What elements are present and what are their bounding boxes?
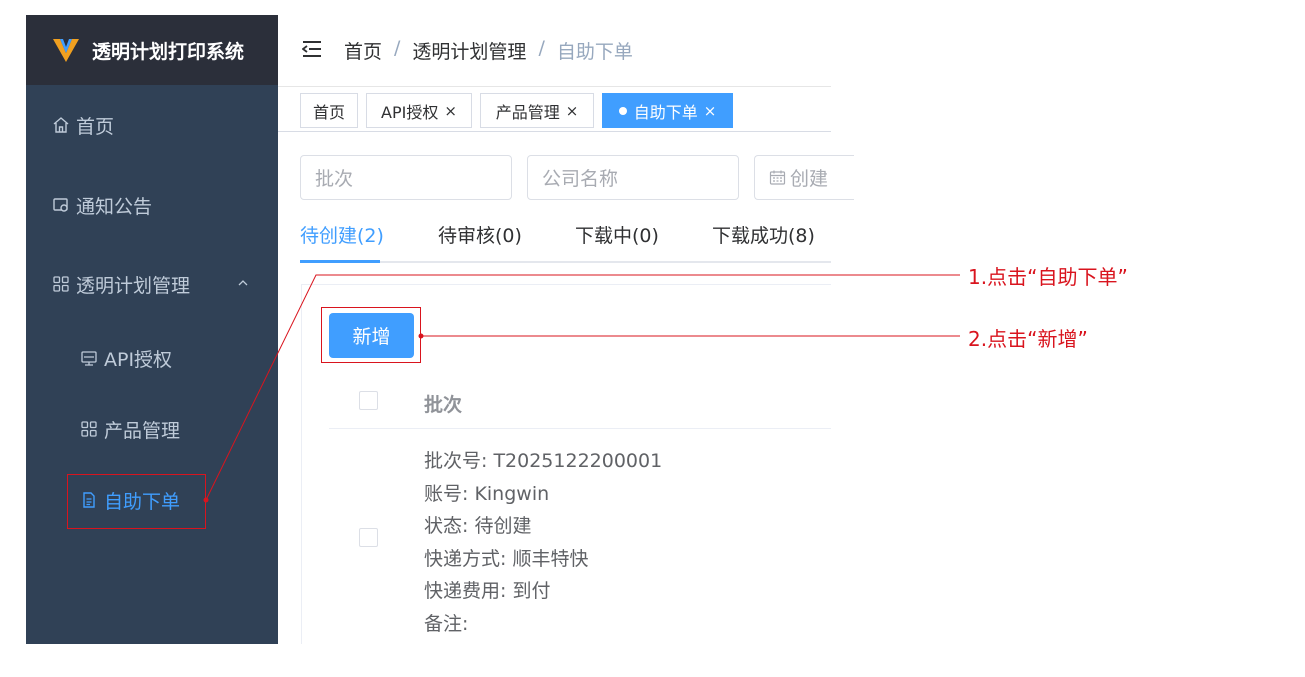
annotation-lines xyxy=(203,274,960,503)
annotation-step-2: 2.点击“新增” xyxy=(968,327,1088,351)
annotation-step-1: 1.点击“自助下单” xyxy=(968,265,1128,289)
